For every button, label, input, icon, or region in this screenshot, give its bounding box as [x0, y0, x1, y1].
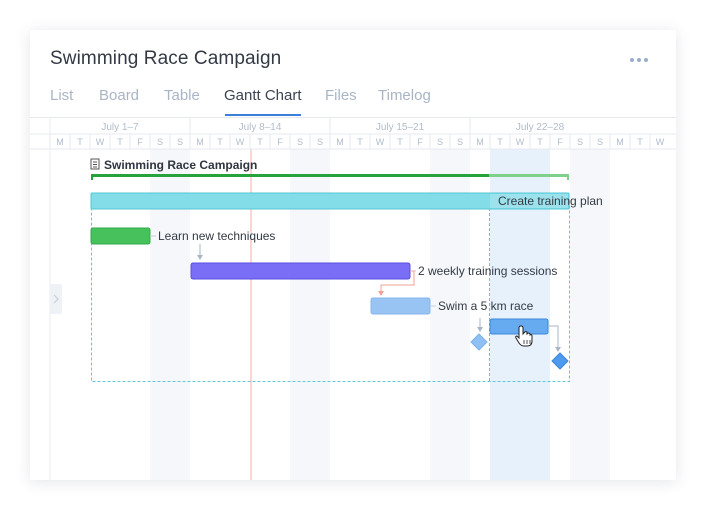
day-label: S [437, 137, 443, 147]
tab-board[interactable]: Board [99, 87, 139, 104]
week-label: July 15–21 [376, 122, 425, 133]
day-label: S [297, 137, 303, 147]
active-tab-indicator [225, 114, 301, 116]
project-row-label: Swimming Race Campaign [104, 158, 257, 172]
day-label: F [417, 137, 423, 147]
day-label: S [177, 137, 183, 147]
project-summary-bar [91, 174, 489, 177]
day-label: M [476, 137, 484, 147]
day-label: W [376, 137, 385, 147]
task-bar-learn-new-techniques[interactable] [90, 227, 151, 245]
day-label: S [157, 137, 163, 147]
day-label: W [236, 137, 245, 147]
day-label: F [137, 137, 143, 147]
day-label: M [196, 137, 204, 147]
arrow-head-icon [378, 291, 384, 296]
gantt-chart: July 1–7 July 8–14 July 15–21 July 22–28 M T W… [30, 117, 676, 480]
day-label: T [117, 137, 123, 147]
milestone-diamond[interactable] [470, 333, 488, 351]
page-title: Swimming Race Campaign [50, 48, 282, 69]
day-label: W [96, 137, 105, 147]
day-label: F [557, 137, 563, 147]
day-label: W [516, 137, 525, 147]
day-label: T [537, 137, 543, 147]
task-label-swim-5km-race: Swim a 5 km race [438, 299, 534, 313]
tab-list[interactable]: List [50, 87, 73, 104]
tab-files[interactable]: Files [325, 87, 357, 104]
day-label: T [217, 137, 223, 147]
week-label: July 8–14 [239, 122, 282, 133]
day-label: T [497, 137, 503, 147]
project-summary-cap [567, 174, 569, 180]
day-label: M [56, 137, 64, 147]
gantt-canvas: July 1–7 July 8–14 July 15–21 July 22–28 M T W… [30, 118, 676, 480]
day-label: W [656, 137, 665, 147]
day-label: S [317, 137, 323, 147]
milestone-diamond[interactable] [551, 352, 569, 370]
collapse-handle[interactable] [50, 284, 62, 314]
project-summary-cap [91, 174, 93, 180]
task-label-learn-new-techniques: Learn new techniques [158, 229, 275, 243]
day-label: T [77, 137, 83, 147]
day-label: T [257, 137, 263, 147]
day-label: T [357, 137, 363, 147]
project-card: Swimming Race Campaign List Board Table … [30, 30, 676, 480]
week-label: July 22–28 [516, 122, 565, 133]
arrow-head-icon [477, 327, 483, 332]
week-label: July 1–7 [101, 122, 139, 133]
tab-timelog[interactable]: Timelog [378, 87, 431, 104]
arrow-head-icon [197, 255, 203, 260]
arrow-head-icon [555, 347, 561, 352]
day-label: T [397, 137, 403, 147]
tab-gantt-chart[interactable]: Gantt Chart [224, 87, 302, 104]
day-label: M [336, 137, 344, 147]
day-label: S [457, 137, 463, 147]
tab-table[interactable]: Table [164, 87, 200, 104]
task-label-weekly-training-sessions: 2 weekly training sessions [418, 264, 557, 278]
project-summary-bar-remaining [489, 174, 569, 177]
day-label: M [616, 137, 624, 147]
task-bar-weekly-training-sessions[interactable] [190, 262, 411, 280]
task-label-create-training-plan: Create training plan [498, 194, 603, 208]
more-options-icon[interactable] [630, 58, 648, 62]
day-label: S [597, 137, 603, 147]
day-label: T [637, 137, 643, 147]
document-icon [90, 158, 100, 170]
task-bar-swim-5km-race[interactable] [370, 297, 431, 315]
day-label: F [277, 137, 283, 147]
day-label: S [577, 137, 583, 147]
